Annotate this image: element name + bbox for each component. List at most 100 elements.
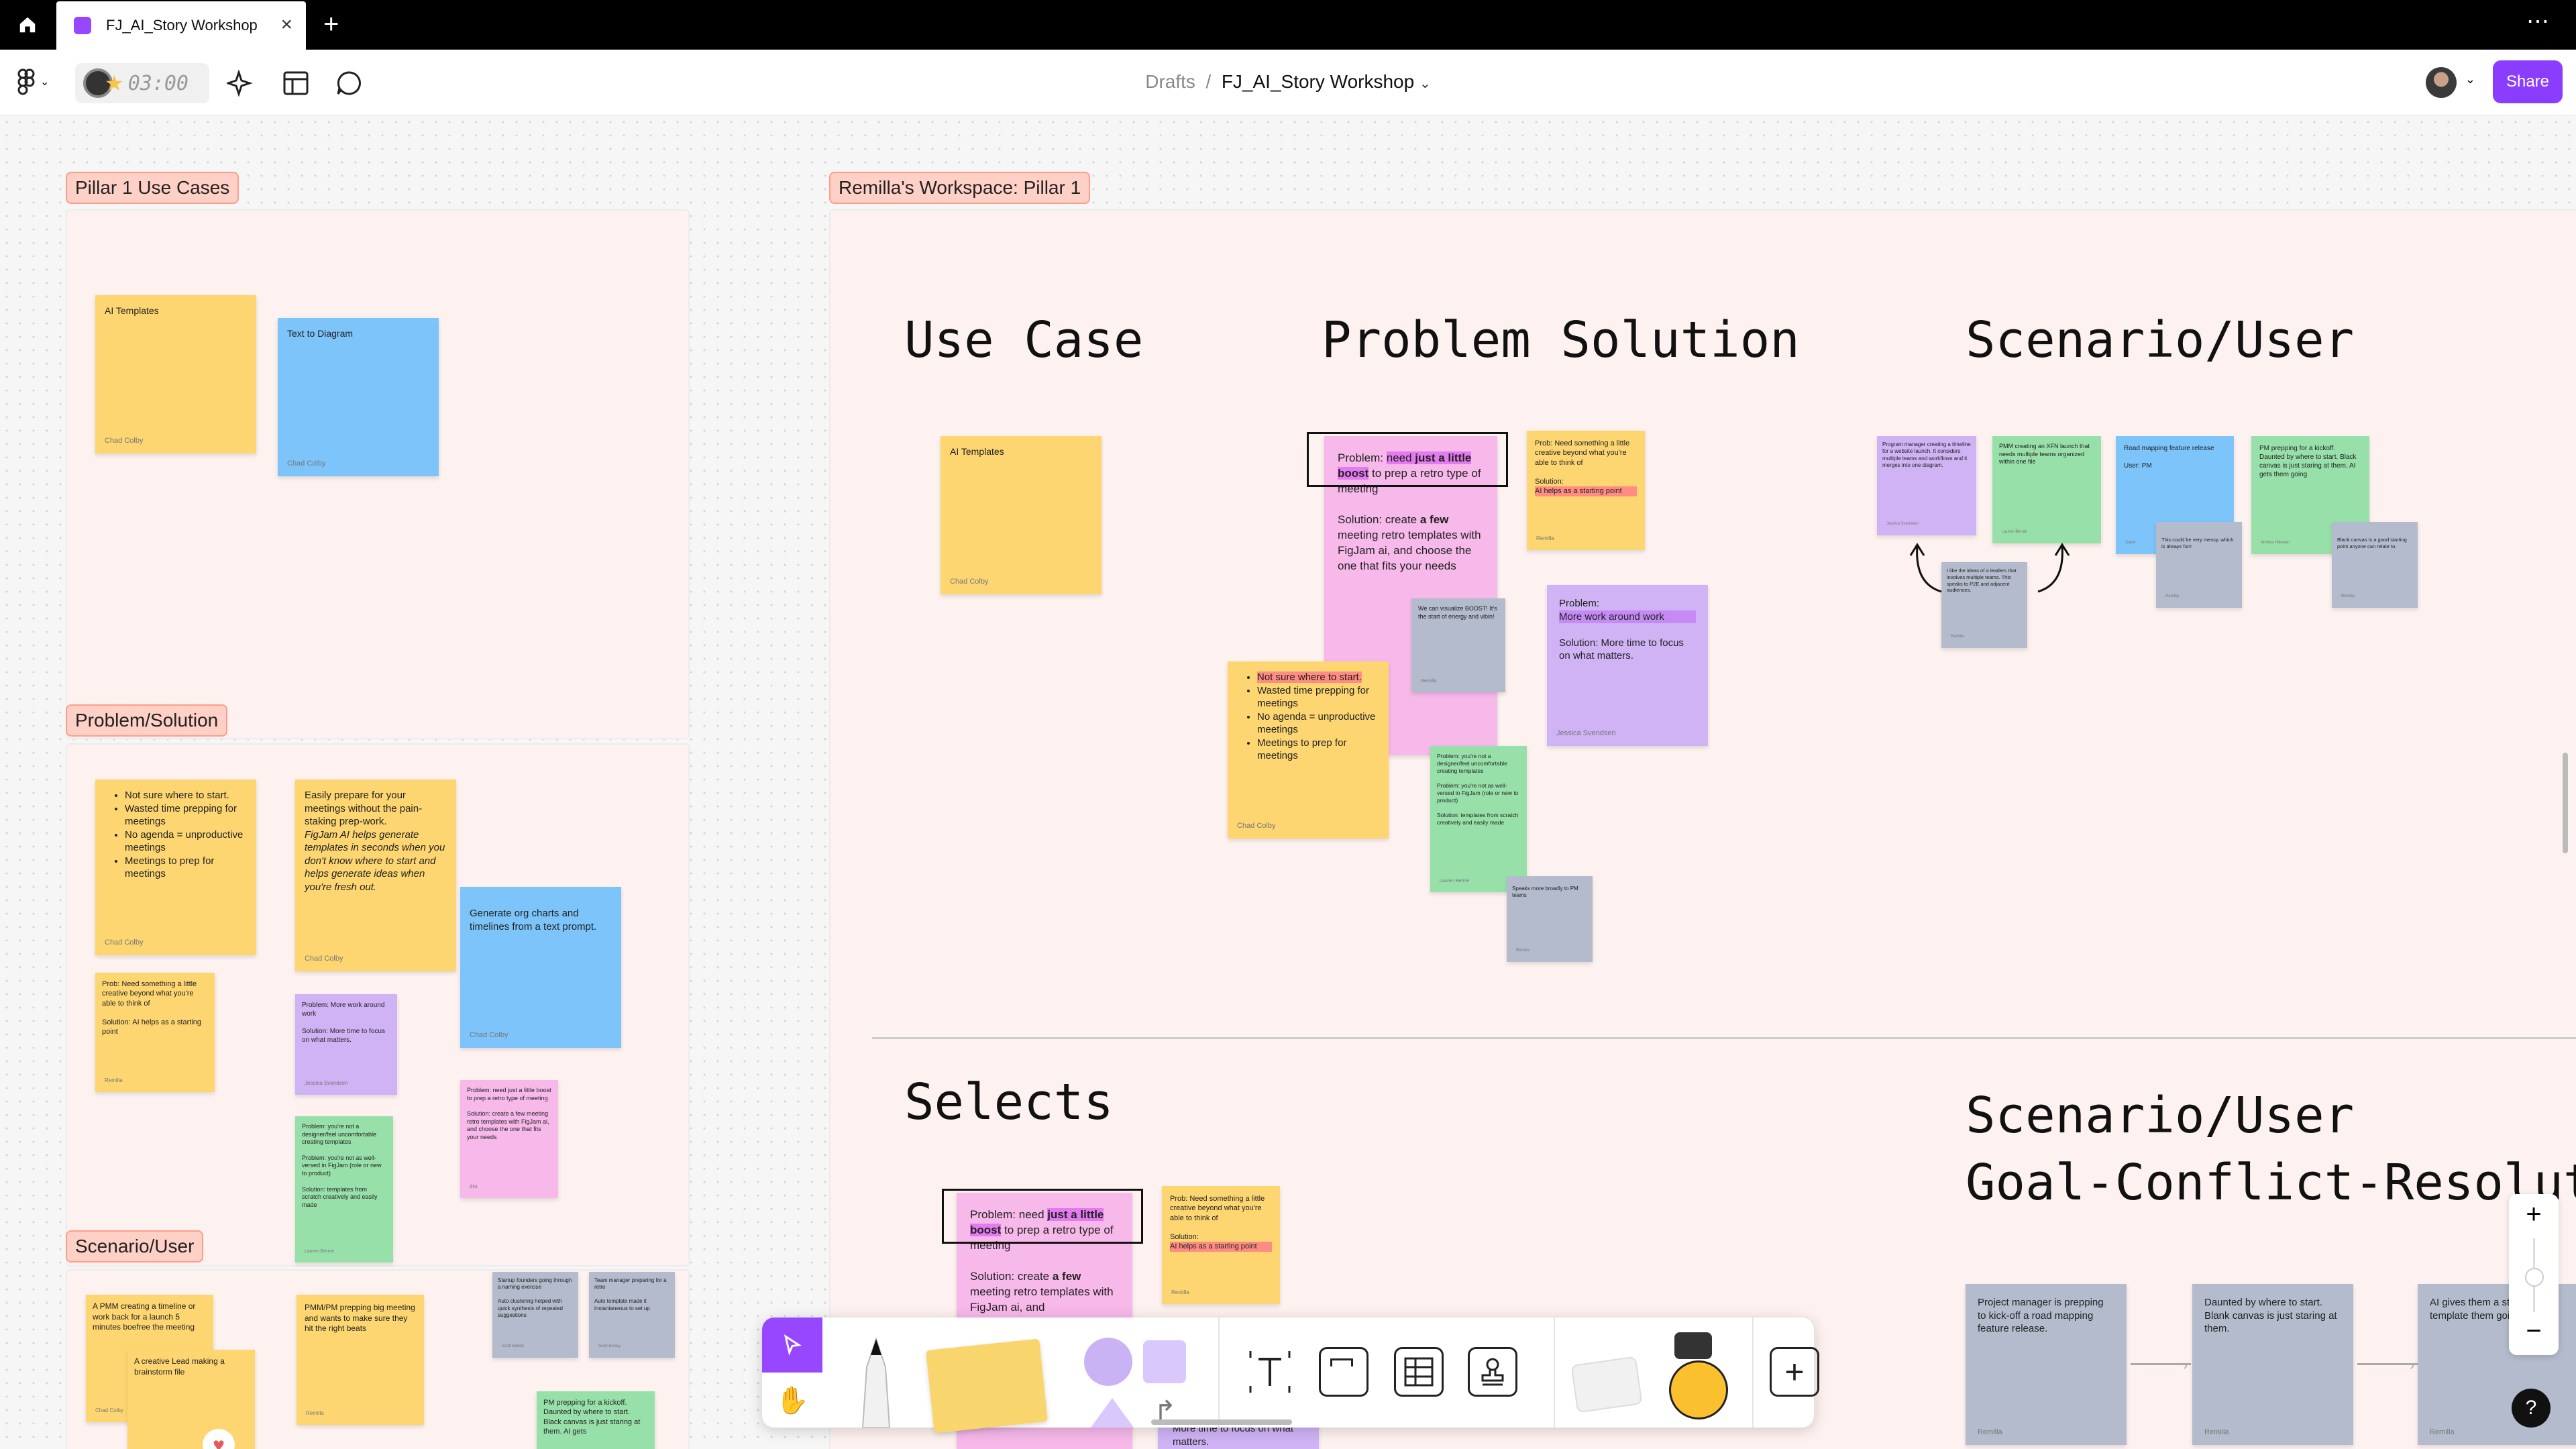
sticky-text: Auto template made it instantaneous to s… [594, 1298, 650, 1311]
chevron-down-icon[interactable]: ⌄ [2465, 72, 2475, 87]
sticky-ws-could-messy[interactable]: This could be very messy, which is alway… [2156, 522, 2242, 608]
arrow-head-icon: › [2410, 1356, 2415, 1373]
sticky-ws-boost[interactable]: We can visualize BOOST! It's the start o… [1411, 598, 1505, 692]
sticky-ws-program-mgr[interactable]: Program manager creating a timeline for … [1877, 436, 1976, 535]
sticky-easily-prepare[interactable]: Easily prepare for your meetings without… [295, 780, 456, 971]
sticky-green-designer[interactable]: Problem: you're not a designer/feel unco… [295, 1116, 393, 1263]
text-icon [1249, 1351, 1291, 1393]
sticky-list: Not sure where to start. Wasted time pre… [1237, 671, 1379, 763]
sticky-text: Daunted by where to start. Blank canvas … [2204, 1297, 2337, 1334]
close-tab-icon[interactable]: × [280, 15, 292, 35]
sticky-ai-templates[interactable]: AI Templates Chad Colby [95, 295, 256, 453]
sticky-startup[interactable]: Startup founders going through a naming … [492, 1272, 578, 1358]
file-tab[interactable]: FJ_AI_Story Workshop × [56, 1, 306, 50]
list-item: Not sure where to start. [1257, 671, 1379, 684]
marker-tool-icon[interactable] [843, 1335, 910, 1428]
breadcrumb-drafts[interactable]: Drafts [1145, 71, 1195, 92]
widgets-tool[interactable] [1570, 1344, 1648, 1418]
sticky-text: Auto clustering helped with quick synthe… [498, 1298, 563, 1318]
toolbar-divider [1752, 1318, 1754, 1428]
select-tool[interactable] [762, 1318, 822, 1373]
sticky-ws-more-work[interactable]: Problem: More work around work Solution:… [1547, 585, 1708, 746]
sticky-author: Scott Belsky [598, 1344, 621, 1349]
sticky-goal-2[interactable]: Daunted by where to start. Blank canvas … [2192, 1284, 2353, 1445]
sticky-ws-need-creative[interactable]: Prob: Need something a little creative b… [1527, 431, 1645, 550]
help-button[interactable]: ? [2512, 1389, 2551, 1428]
sticky-ws-speaks[interactable]: Speaks more broadly to PM teams Remilla [1507, 876, 1593, 962]
home-button[interactable] [0, 0, 55, 50]
sticky-text: This could be very messy, which is alway… [2161, 537, 2234, 549]
emoji-stamp-tool[interactable] [1648, 1332, 1741, 1426]
section-tool[interactable] [1319, 1347, 1368, 1397]
vertical-scrollbar[interactable] [2563, 753, 2568, 853]
sticky-author: Chad Colby [1237, 821, 1276, 830]
sticky-team-manager[interactable]: Team manager preparing for a retro Auto … [589, 1272, 675, 1358]
share-button[interactable]: Share [2493, 60, 2563, 103]
sticky-ws-ai-templates[interactable]: AI Templates Chad Colby [941, 436, 1102, 594]
list-item: No agenda = unproductive meetings [1257, 710, 1379, 737]
text-span: a few [1419, 513, 1449, 526]
sticky-author: Remilla [105, 1077, 123, 1083]
heart-reaction-icon[interactable]: ♥ [203, 1429, 235, 1449]
sticky-ws-green[interactable]: Problem: you're not a designer/feel unco… [1430, 746, 1527, 892]
file-name[interactable]: FJ_AI_Story Workshop [1222, 71, 1414, 92]
section-label-pillar1[interactable]: Pillar 1 Use Cases [66, 172, 239, 204]
section-label-problem-solution[interactable]: Problem/Solution [66, 704, 228, 737]
sticky-text: Generate org charts and timelines from a… [470, 908, 597, 932]
breadcrumb-separator: / [1200, 71, 1222, 92]
sticky-prob-retro[interactable]: Problem: need just a little boost to pre… [460, 1080, 558, 1198]
sticky-goal-1[interactable]: Project manager is prepping to kick-off … [1966, 1284, 2127, 1445]
more-options-icon[interactable]: ⋯ [2526, 8, 2551, 35]
sticky-text: Solution: AI helps as a starting point [102, 1018, 201, 1036]
header-problem-solution: Problem Solution [1322, 311, 1800, 369]
hand-tool[interactable]: ✋ [762, 1373, 822, 1428]
sticky-ws-not-sure[interactable]: Not sure where to start. Wasted time pre… [1228, 661, 1389, 839]
sticky-author: Scott Belsky [502, 1344, 525, 1349]
section-label-workspace[interactable]: Remilla's Workspace: Pillar 1 [829, 172, 1091, 204]
sticky-text: Solution: More time to focus on what mat… [302, 1028, 385, 1044]
text-tool[interactable] [1245, 1347, 1295, 1397]
sticky-prob-more[interactable]: Problem: More work around work Solution:… [295, 994, 397, 1095]
user-avatar[interactable] [2426, 67, 2457, 98]
sticky-ws-blank-canvas[interactable]: Blank canvas is a good starting point an… [2332, 522, 2418, 608]
sticky-text: Speaks more broadly to PM teams [1512, 885, 1578, 899]
sticky-author: Chad Colby [287, 459, 326, 468]
sticky-generate-org[interactable]: Generate org charts and timelines from a… [460, 887, 621, 1048]
sticky-text: FigJam AI helps generate templates in se… [305, 828, 445, 893]
zoom-slider-handle[interactable] [2525, 1268, 2544, 1287]
shape-tool[interactable]: ↱ [1084, 1331, 1205, 1428]
sticky-note-tool[interactable] [925, 1338, 1049, 1434]
sticky-creative-lead[interactable]: A creative Lead making a brainstorm file… [127, 1350, 255, 1449]
zoom-in-button[interactable]: + [2509, 1199, 2559, 1230]
sticky-ws-like-ideas[interactable]: I like the ideas of a leaders that invol… [1941, 562, 2027, 648]
laughing-emoji-icon [1669, 1360, 1728, 1419]
sticky-ws-pmm-xfn[interactable]: PMM creating an XFN launch that needs mu… [1992, 436, 2101, 543]
sticky-not-sure[interactable]: Not sure where to start. Wasted time pre… [95, 780, 256, 955]
sticky-author: dro [470, 1183, 478, 1189]
list-item: No agenda = unproductive meetings [125, 828, 247, 855]
new-tab-button[interactable]: + [323, 9, 339, 40]
section-icon [1330, 1358, 1353, 1366]
circle-shape-icon [1084, 1338, 1132, 1386]
toolbar-scroll-indicator[interactable] [1151, 1419, 1292, 1425]
sticky-sel-need[interactable]: Prob: Need something a little creative b… [1162, 1186, 1280, 1304]
sticky-pmm-prep[interactable]: PMM/PM prepping big meeting and wants to… [297, 1295, 424, 1425]
highlight: AI helps as a starting point [1170, 1242, 1272, 1252]
section-label-scenario-user[interactable]: Scenario/User [66, 1230, 204, 1263]
board-canvas[interactable]: Pillar 1 Use Cases AI Templates Chad Col… [0, 115, 2576, 1449]
sticky-text: Team manager preparing for a retro [594, 1277, 667, 1291]
table-tool[interactable] [1394, 1347, 1444, 1397]
sticky-text: Text to Diagram [287, 328, 354, 339]
more-tools-button[interactable]: + [1770, 1347, 1819, 1397]
sticky-author: Remilla [2204, 1428, 2229, 1436]
text-span: Solution: create [970, 1269, 1053, 1283]
sticky-text: Prob: Need something a little creative b… [1170, 1195, 1265, 1222]
sticky-text-to-diagram[interactable]: Text to Diagram Chad Colby [278, 318, 439, 476]
sticky-text: Road mapping feature release [2124, 445, 2214, 452]
sticky-pm-kickoff-left[interactable]: PM prepping for a kickoff. Daunted by wh… [537, 1391, 655, 1449]
sticky-text: Solution: create a few meeting retro tem… [467, 1110, 549, 1141]
chevron-down-icon[interactable]: ⌄ [1419, 76, 1431, 91]
sticky-prob-need[interactable]: Prob: Need something a little creative b… [95, 973, 215, 1092]
stamp-tool[interactable] [1468, 1347, 1517, 1397]
zoom-out-button[interactable]: − [2509, 1316, 2559, 1346]
